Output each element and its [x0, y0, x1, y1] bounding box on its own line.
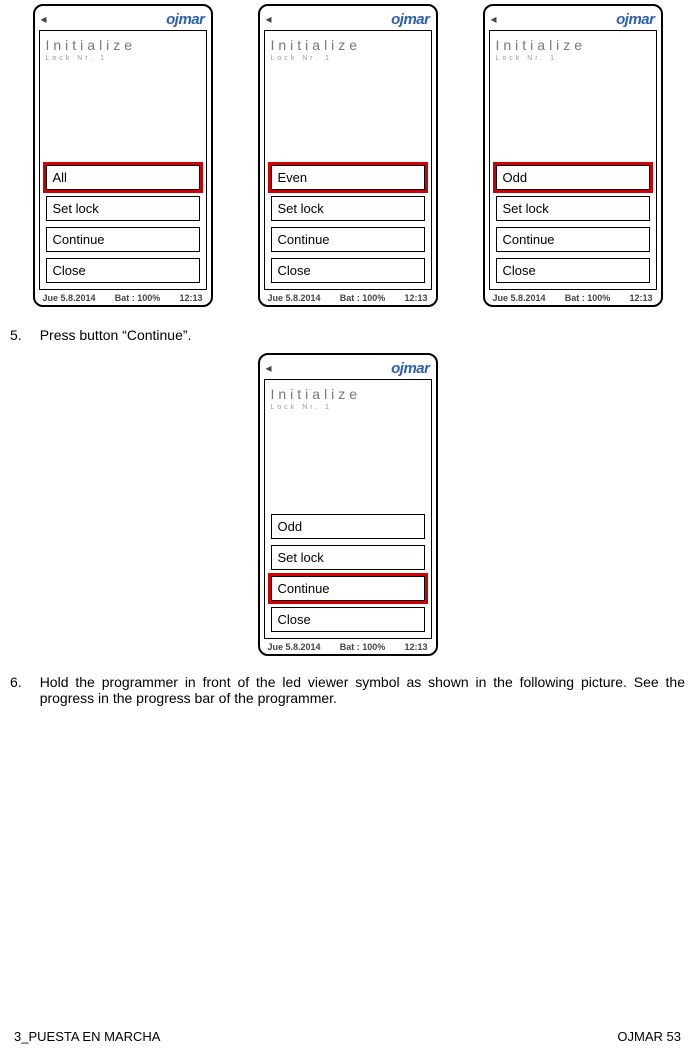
device-topbar: ◂ ojmar: [264, 359, 432, 377]
set-lock-button[interactable]: Set lock: [496, 196, 650, 221]
close-button[interactable]: Close: [46, 258, 200, 283]
status-date: Jue 5.8.2014: [268, 293, 321, 303]
continue-button[interactable]: Continue: [271, 576, 425, 601]
continue-button[interactable]: Continue: [496, 227, 650, 252]
option-even-button[interactable]: Even: [271, 165, 425, 190]
set-lock-button[interactable]: Set lock: [46, 196, 200, 221]
option-odd-button[interactable]: Odd: [496, 165, 650, 190]
device-even: ◂ ojmar Initialize Lock Nr. 1 Even Set l…: [258, 4, 438, 307]
close-button[interactable]: Close: [271, 258, 425, 283]
step-text: Hold the programmer in front of the led …: [40, 674, 685, 706]
step-number: 5.: [10, 327, 22, 343]
status-date: Jue 5.8.2014: [43, 293, 96, 303]
status-time: 12:13: [179, 293, 202, 303]
continue-button[interactable]: Continue: [46, 227, 200, 252]
status-battery: Bat : 100%: [565, 293, 611, 303]
set-lock-button[interactable]: Set lock: [271, 545, 425, 570]
close-button[interactable]: Close: [496, 258, 650, 283]
continue-button[interactable]: Continue: [271, 227, 425, 252]
status-battery: Bat : 100%: [115, 293, 161, 303]
device-continue: ◂ ojmar Initialize Lock Nr. 1 Odd Set lo…: [258, 353, 438, 656]
device-odd: ◂ ojmar Initialize Lock Nr. 1 Odd Set lo…: [483, 4, 663, 307]
status-battery: Bat : 100%: [340, 642, 386, 652]
antenna-icon: ◂: [41, 12, 47, 26]
set-lock-button[interactable]: Set lock: [271, 196, 425, 221]
antenna-icon: ◂: [266, 361, 272, 375]
device-topbar: ◂ ojmar: [264, 10, 432, 28]
button-list: Even Set lock Continue Close: [271, 165, 425, 283]
screen-title: Initialize: [271, 37, 425, 53]
device-screen: Initialize Lock Nr. 1 All Set lock Conti…: [39, 30, 207, 290]
antenna-icon: ◂: [266, 12, 272, 26]
screen-subtitle: Lock Nr. 1: [46, 55, 200, 62]
step-number: 6.: [10, 674, 22, 706]
footer-left: 3_PUESTA EN MARCHA: [14, 1029, 160, 1044]
step-text: Press button “Continue”.: [40, 327, 685, 343]
device-row-2: ◂ ojmar Initialize Lock Nr. 1 Odd Set lo…: [10, 353, 685, 656]
status-bar: Jue 5.8.2014 Bat : 100% 12:13: [264, 290, 432, 303]
button-list: All Set lock Continue Close: [46, 165, 200, 283]
screen-subtitle: Lock Nr. 1: [271, 55, 425, 62]
brand-logo: ojmar: [391, 360, 429, 377]
page-footer: 3_PUESTA EN MARCHA OJMAR 53: [0, 1029, 695, 1044]
button-list: Odd Set lock Continue Close: [271, 514, 425, 632]
status-bar: Jue 5.8.2014 Bat : 100% 12:13: [489, 290, 657, 303]
device-all: ◂ ojmar Initialize Lock Nr. 1 All Set lo…: [33, 4, 213, 307]
brand-logo: ojmar: [391, 11, 429, 28]
device-screen: Initialize Lock Nr. 1 Odd Set lock Conti…: [489, 30, 657, 290]
status-date: Jue 5.8.2014: [268, 642, 321, 652]
step-6: 6. Hold the programmer in front of the l…: [10, 674, 685, 706]
screen-subtitle: Lock Nr. 1: [496, 55, 650, 62]
option-odd-button[interactable]: Odd: [271, 514, 425, 539]
status-date: Jue 5.8.2014: [493, 293, 546, 303]
device-screen: Initialize Lock Nr. 1 Odd Set lock Conti…: [264, 379, 432, 639]
brand-logo: ojmar: [166, 11, 204, 28]
status-time: 12:13: [404, 293, 427, 303]
option-all-button[interactable]: All: [46, 165, 200, 190]
button-list: Odd Set lock Continue Close: [496, 165, 650, 283]
status-bar: Jue 5.8.2014 Bat : 100% 12:13: [264, 639, 432, 652]
step-5: 5. Press button “Continue”.: [10, 327, 685, 343]
status-time: 12:13: [629, 293, 652, 303]
device-topbar: ◂ ojmar: [39, 10, 207, 28]
screen-title: Initialize: [46, 37, 200, 53]
status-time: 12:13: [404, 642, 427, 652]
device-screen: Initialize Lock Nr. 1 Even Set lock Cont…: [264, 30, 432, 290]
antenna-icon: ◂: [491, 12, 497, 26]
screen-subtitle: Lock Nr. 1: [271, 404, 425, 411]
status-bar: Jue 5.8.2014 Bat : 100% 12:13: [39, 290, 207, 303]
close-button[interactable]: Close: [271, 607, 425, 632]
status-battery: Bat : 100%: [340, 293, 386, 303]
device-topbar: ◂ ojmar: [489, 10, 657, 28]
screen-title: Initialize: [271, 386, 425, 402]
footer-right: OJMAR 53: [617, 1029, 681, 1044]
brand-logo: ojmar: [616, 11, 654, 28]
screen-title: Initialize: [496, 37, 650, 53]
device-row-1: ◂ ojmar Initialize Lock Nr. 1 All Set lo…: [10, 4, 685, 307]
